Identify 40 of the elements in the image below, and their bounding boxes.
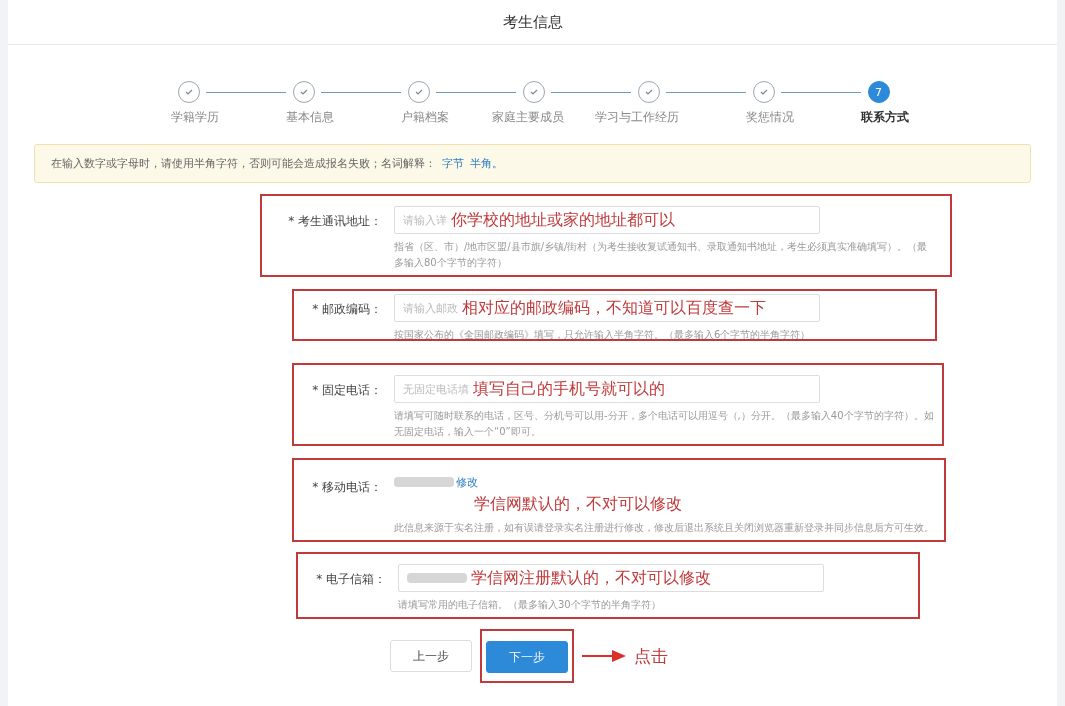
field-label: * 移动电话： [311,479,382,496]
page-title: 考生信息 [502,12,563,32]
placeholder-text: 无固定电话填 [403,381,469,397]
field-label: * 固定电话： [311,382,382,399]
annotation-text: 学信网注册默认的，不对可以修改 [471,567,711,589]
edit-link[interactable]: 修改 [456,474,478,490]
notice-link[interactable]: 半角。 [470,156,503,171]
previous-button[interactable]: 上一步 [390,640,472,672]
callout-text: 点击 [634,644,668,668]
annotation-text: 填写自己的手机号就可以的 [473,378,665,400]
hint-text: 指省（区、市）/地市区盟/县市旗/乡镇/街村（为考生接收复试通知书、录取通知书地址，考生必须真实准确填写）。（最多输入80个字节的字符） [394,240,929,270]
step-label: 基本信息 [285,109,334,126]
input-field[interactable]: 无固定电话填 填写自己的手机号就可以的 [394,375,820,403]
step-indicator: 7 [867,81,890,103]
field-label: * 电子信箱： [315,571,386,588]
step-label: 奖惩情况 [745,109,794,126]
redacted-value [407,573,467,583]
placeholder-text: 请输入详 [403,212,447,228]
step-label: 学籍学历 [170,109,219,126]
input-field[interactable]: 学信网注册默认的，不对可以修改 [398,564,824,592]
field-label: * 邮政编码： [311,301,382,318]
input-field[interactable]: 请输入详 你学校的地址或家的地址都可以 [394,206,820,234]
input-field[interactable]: 请输入邮政 相对应的邮政编码，不知道可以百度查一下 [394,294,820,322]
step-label: 家庭主要成员 [491,109,564,126]
placeholder-text: 请输入邮政 [403,300,458,316]
step-label: 联系方式 [860,109,909,126]
annotation-text: 学信网默认的，不对可以修改 [474,494,683,515]
annotation-text: 相对应的邮政编码，不知道可以百度查一下 [462,297,766,319]
annotation-text: 你学校的地址或家的地址都可以 [451,209,675,231]
hint-text: 此信息来源于实名注册，如有误请登录实名注册进行修改，修改后退出系统且关闭浏览器重新登录并同步信息后方可生效。 [394,521,934,535]
step-label: 学习与工作经历 [594,109,679,126]
arrow-icon [582,649,626,663]
field-label: * 考生通讯地址： [287,213,382,230]
hint-text: 请填写常用的电子信箱。（最多输入30个字节的半角字符） [398,598,662,612]
next-button[interactable]: 下一步 [486,641,568,673]
hint-text: 按国家公布的《全国邮政编码》填写，只允许输入半角字符。（最多输入6个字节的半角字符） [394,328,812,339]
notice-link[interactable]: 字节 [442,156,464,171]
step-label: 户籍档案 [400,109,449,126]
redacted-value [394,477,454,487]
notice-text: 在输入数字或字母时，请使用半角字符，否则可能会造成报名失败；名词解释： [51,156,436,171]
